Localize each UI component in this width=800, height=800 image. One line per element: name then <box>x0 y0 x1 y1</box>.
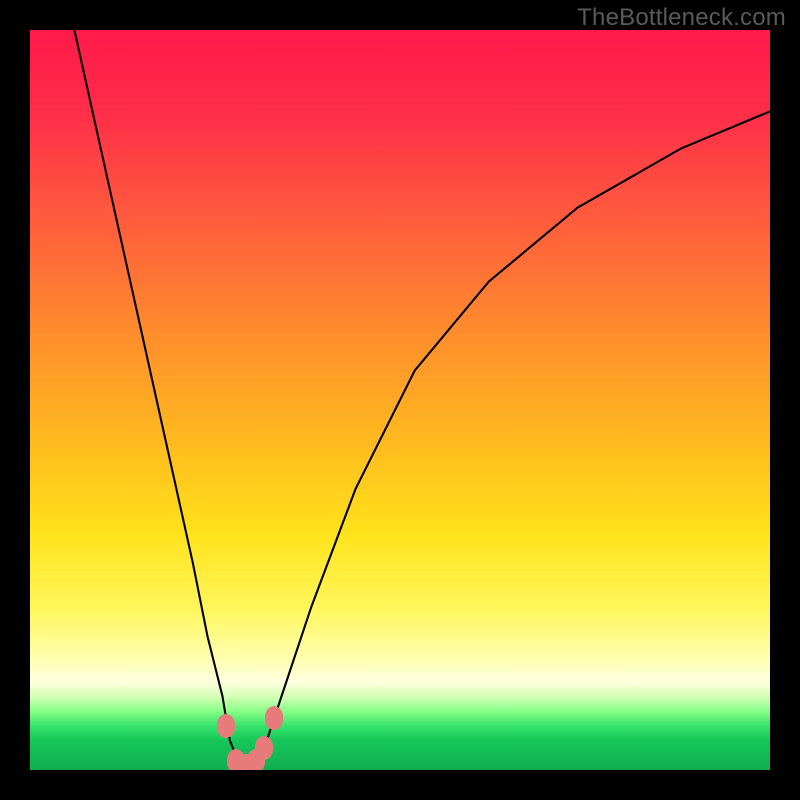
watermark: TheBottleneck.com <box>577 4 786 32</box>
data-marker <box>217 714 235 738</box>
markers-layer <box>30 30 770 770</box>
chart-frame: TheBottleneck.com <box>0 0 800 800</box>
data-marker <box>255 736 273 760</box>
plot-area <box>30 30 770 770</box>
data-marker <box>265 706 283 730</box>
